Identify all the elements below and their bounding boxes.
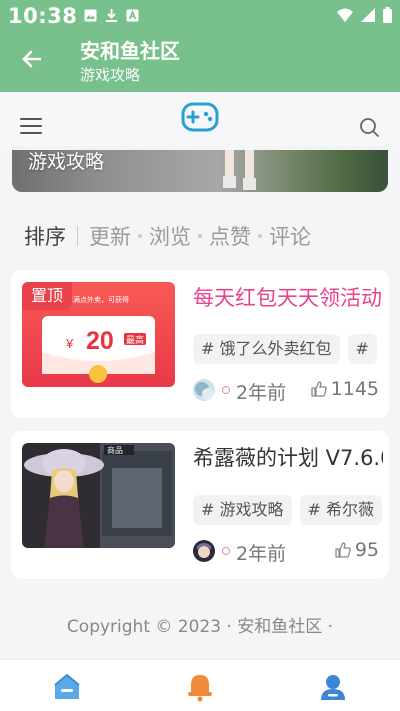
pinned-badge: 置顶 — [22, 282, 72, 310]
user-icon[interactable] — [318, 672, 348, 702]
post-meta: 2年前 1145 — [193, 377, 379, 404]
banner-label: 游戏攻略 — [28, 151, 105, 173]
currency-text: ¥ — [65, 336, 74, 351]
banner-illustration — [223, 146, 256, 190]
thumbs-up-icon — [310, 381, 327, 397]
post-title: 每天红包天天领活动 | 每天领中 — [193, 286, 383, 310]
wifi-icon — [337, 8, 353, 22]
copyright-text: Copyright © 2023 · 安和鱼社区 · — [66, 617, 334, 637]
menu-icon[interactable] — [20, 117, 42, 135]
divider-dot — [138, 234, 142, 238]
game-character-image — [22, 443, 175, 548]
page-title: 安和鱼社区 — [80, 39, 180, 63]
home-icon[interactable] — [52, 672, 82, 702]
avatar[interactable] — [193, 540, 215, 562]
page-subtitle: 游戏攻略 — [80, 66, 141, 84]
signal-icon — [361, 8, 375, 22]
like-count[interactable]: 95 — [335, 539, 379, 561]
bell-icon[interactable] — [185, 672, 215, 702]
post-title: 希露薇的计划 V7.6.0 超级魔 — [193, 446, 383, 470]
battery-icon — [383, 7, 392, 23]
like-count-value: 95 — [354, 539, 379, 561]
app-bar: 10:38 安和鱼社区 游戏攻略 — [0, 0, 400, 92]
post-meta: 2年前 95 — [193, 538, 379, 565]
bottom-tab-bar — [0, 659, 400, 711]
post-thumbnail: 商品 — [22, 443, 175, 548]
sort-tab-comments[interactable]: 评论 — [269, 221, 311, 251]
image-icon — [84, 9, 97, 22]
like-count-value: 1145 — [330, 378, 379, 400]
tag-chip[interactable]: # 希尔薇 — [299, 495, 382, 525]
divider-dot — [258, 234, 262, 238]
back-button[interactable] — [16, 44, 46, 74]
thumbs-up-icon — [335, 542, 351, 558]
amount-text: 20 — [86, 327, 114, 355]
arrow-left-icon — [22, 50, 41, 68]
sort-tab-views[interactable]: 浏览 — [149, 221, 191, 251]
max-label: 最高 — [126, 334, 144, 346]
status-time: 10:38 — [8, 4, 78, 28]
tag-chip[interactable]: # 饿了么外卖红包 — [193, 334, 340, 364]
status-bar: 10:38 — [0, 0, 400, 32]
tag-list: # 游戏攻略 # 希尔薇 — [193, 495, 382, 525]
gamepad-logo-icon[interactable] — [181, 101, 219, 133]
sort-tab-order[interactable]: 排序 — [24, 221, 66, 251]
sort-tab-likes[interactable]: 点赞 — [209, 221, 251, 251]
search-icon[interactable] — [358, 116, 380, 138]
thumb-caption: 商品 — [107, 446, 123, 455]
avatar[interactable] — [193, 379, 215, 401]
sort-tabs: 排序 更新 浏览 点赞 评论 — [24, 222, 311, 250]
category-banner[interactable]: 游戏攻略 — [12, 146, 388, 192]
tag-list: # 饿了么外卖红包 # — [193, 334, 377, 364]
a-badge-icon — [126, 9, 139, 22]
download-icon — [106, 9, 117, 22]
post-time: 2年前 — [236, 382, 287, 404]
status-dot — [222, 386, 230, 394]
post-card[interactable]: 商品 希露薇的计划 V7.6.0 超级魔 # 游戏攻略 # 希尔薇 2年前 95 — [11, 431, 389, 579]
tag-chip[interactable]: # 游戏攻略 — [193, 495, 292, 525]
divider-dot — [198, 234, 202, 238]
sort-tab-updated[interactable]: 更新 — [89, 221, 131, 251]
like-count[interactable]: 1145 — [310, 378, 379, 400]
status-dot — [222, 547, 230, 555]
post-card[interactable]: 20 ¥ 最高 每满点外卖，可获得 置顶 每天红包天天领活动 | 每天领中 # … — [11, 270, 389, 418]
tag-chip[interactable]: # — [347, 334, 377, 364]
thumb-caption: 每满点外卖，可获得 — [66, 296, 129, 304]
post-time: 2年前 — [236, 543, 287, 565]
divider — [77, 226, 78, 246]
